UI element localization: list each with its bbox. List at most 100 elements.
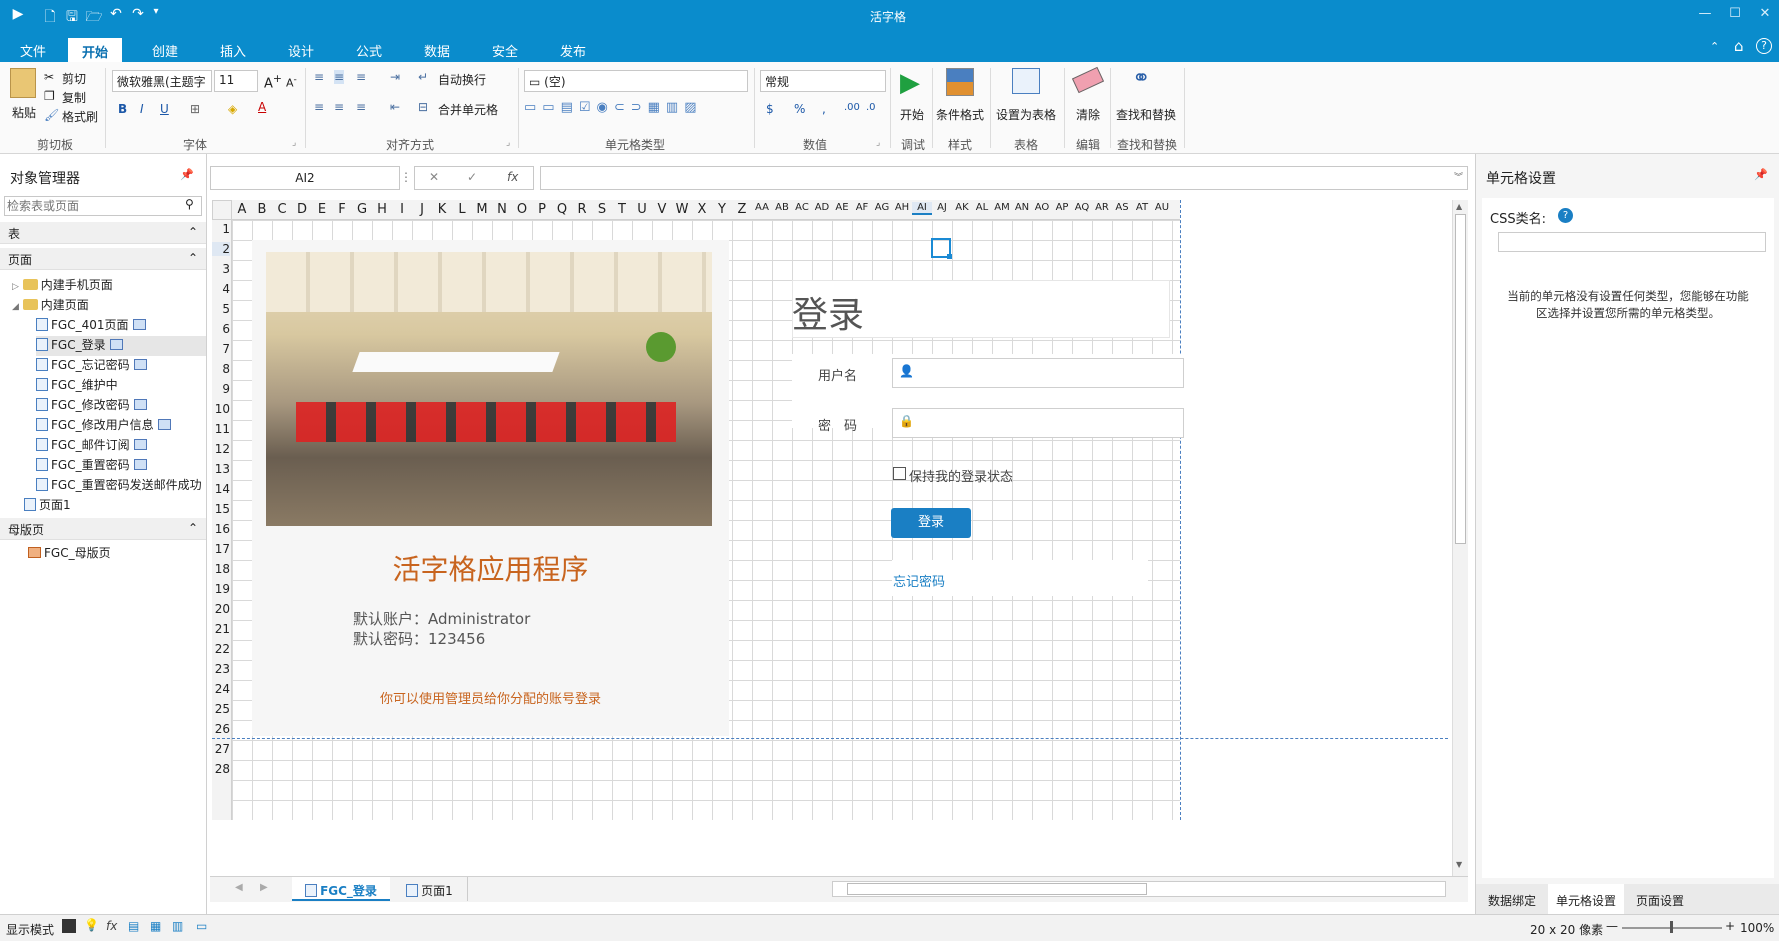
row-header[interactable]: 16 [212, 522, 230, 536]
tab-design[interactable]: 设计 [288, 41, 314, 60]
fill-color-icon[interactable]: ◈ [228, 102, 237, 116]
paste-icon[interactable] [10, 68, 36, 98]
row-header[interactable]: 27 [212, 742, 230, 756]
minimize-icon[interactable]: — [1690, 6, 1720, 26]
formula-icon[interactable]: fx [106, 919, 117, 933]
new-file-icon[interactable]: 🗋 [40, 6, 60, 26]
row-header[interactable]: 4 [212, 282, 230, 296]
row-header[interactable]: 15 [212, 502, 230, 516]
column-header[interactable]: X [692, 202, 712, 217]
username-input[interactable]: 👤 [892, 358, 1184, 388]
row-header[interactable]: 21 [212, 622, 230, 636]
wrap-icon[interactable]: ↵ [418, 70, 428, 84]
column-header[interactable]: AN [1012, 202, 1032, 213]
tree-folder-mobile[interactable]: ▷ 内建手机页面 [12, 276, 113, 296]
function-icon[interactable]: fx [507, 170, 518, 184]
undo-icon[interactable]: ↶ [106, 6, 126, 26]
column-header[interactable]: U [632, 202, 652, 217]
zoom-slider-thumb[interactable] [1670, 921, 1673, 933]
column-header[interactable]: P [532, 202, 552, 217]
shrink-font-icon[interactable]: A- [286, 74, 297, 90]
currency-icon[interactable]: $ [766, 102, 774, 116]
indent-icon[interactable]: ⇥ [390, 70, 400, 84]
tree-page[interactable]: FGC_修改用户信息 [36, 416, 171, 436]
column-header[interactable]: AT [1132, 202, 1152, 213]
tab-create[interactable]: 创建 [152, 41, 178, 60]
save-icon[interactable]: 🖫 [62, 6, 82, 26]
column-header[interactable]: AB [772, 202, 792, 213]
percent-icon[interactable]: % [794, 102, 805, 116]
search-input[interactable] [7, 198, 177, 214]
forgot-password-link[interactable]: 忘记密码 [893, 571, 945, 590]
login-button[interactable]: 登录 [891, 508, 971, 538]
merge-cells-button[interactable]: 合并单元格 [438, 101, 498, 118]
tab-publish[interactable]: 发布 [560, 41, 586, 60]
bold-icon[interactable]: B [118, 102, 127, 116]
column-header[interactable]: AL [972, 202, 992, 213]
open-folder-icon[interactable]: 🗁 [84, 6, 104, 26]
tree-page[interactable]: FGC_邮件订阅 [36, 436, 147, 456]
column-header[interactable]: J [412, 202, 432, 217]
next-sheet-icon[interactable]: ▶ [260, 882, 268, 893]
column-header[interactable]: AR [1092, 202, 1112, 213]
search-icon[interactable]: ⚲ [185, 197, 194, 211]
select-all-corner[interactable] [212, 200, 232, 220]
column-header[interactable]: T [612, 202, 632, 217]
cell-type-gallery[interactable]: ▭▭▤☑◉⊂⊃▦▥▨ [524, 100, 748, 124]
column-header[interactable]: AK [952, 202, 972, 213]
tab-cell-settings[interactable]: 单元格设置 [1548, 884, 1625, 914]
tab-security[interactable]: 安全 [492, 41, 518, 60]
column-header[interactable]: W [672, 202, 692, 217]
layout-icon[interactable]: ▭ [196, 919, 207, 933]
home-icon[interactable]: ⌂ [1734, 37, 1744, 55]
tree-master-page[interactable]: FGC_母版页 [28, 544, 111, 564]
align-middle-icon[interactable]: ≡ [334, 70, 345, 84]
row-header[interactable]: 11 [212, 422, 230, 436]
cancel-icon[interactable]: ✕ [429, 170, 439, 184]
tree-page[interactable]: FGC_重置密码发送邮件成功 [36, 476, 202, 496]
start-debug-button[interactable]: 开始 [900, 106, 924, 123]
merge-icon[interactable]: ⊟ [418, 100, 428, 114]
tab-file[interactable]: 文件 [20, 41, 46, 60]
number-dialog-icon[interactable]: ⌟ [876, 138, 880, 148]
zoom-out-icon[interactable]: — [1606, 919, 1618, 933]
column-header[interactable]: AM [992, 202, 1012, 213]
tree-page[interactable]: 页面1 [24, 496, 71, 516]
column-header[interactable]: S [592, 202, 612, 217]
column-header[interactable]: A [232, 202, 252, 217]
tree-page[interactable]: FGC_维护中 [36, 376, 118, 396]
column-header[interactable]: C [272, 202, 292, 217]
column-header[interactable]: N [492, 202, 512, 217]
set-as-table-icon[interactable] [1012, 68, 1040, 94]
tab-page-settings[interactable]: 页面设置 [1636, 892, 1684, 909]
column-header[interactable]: F [332, 202, 352, 217]
column-header[interactable]: E [312, 202, 332, 217]
tab-home[interactable]: 开始 [68, 38, 123, 62]
tree-page[interactable]: FGC_401页面 [36, 316, 146, 336]
tree-page[interactable]: FGC_忘记密码 [36, 356, 147, 376]
sheet-tab[interactable]: 页面1 [392, 877, 468, 901]
data-icon[interactable]: ▦ [150, 919, 161, 933]
row-header[interactable]: 18 [212, 562, 230, 576]
column-header[interactable]: M [472, 202, 492, 217]
table-icon[interactable]: ▤ [128, 919, 139, 933]
column-header[interactable]: AO [1032, 202, 1052, 213]
italic-icon[interactable]: I [140, 102, 144, 116]
row-header[interactable]: 8 [212, 362, 230, 376]
align-left-icon[interactable]: ≡ [314, 100, 324, 114]
column-header[interactable]: K [432, 202, 452, 217]
tree-page-selected[interactable]: FGC_登录 [36, 336, 206, 356]
fill-handle[interactable] [947, 254, 952, 259]
column-header[interactable]: AC [792, 202, 812, 213]
cut-button[interactable]: 剪切 [62, 70, 86, 87]
underline-icon[interactable]: U [160, 102, 169, 116]
conditional-format-icon[interactable] [946, 68, 974, 96]
column-header[interactable]: H [372, 202, 392, 217]
tab-data-binding[interactable]: 数据绑定 [1488, 892, 1536, 909]
column-header[interactable]: AJ [932, 202, 952, 213]
comma-icon[interactable]: , [822, 102, 826, 116]
find-replace-button[interactable]: 查找和替换 [1116, 106, 1176, 123]
set-as-table-button[interactable]: 设置为表格 [996, 106, 1056, 123]
grid-icon[interactable]: ▥ [172, 919, 183, 933]
pin-icon[interactable]: 📌 [180, 168, 194, 181]
